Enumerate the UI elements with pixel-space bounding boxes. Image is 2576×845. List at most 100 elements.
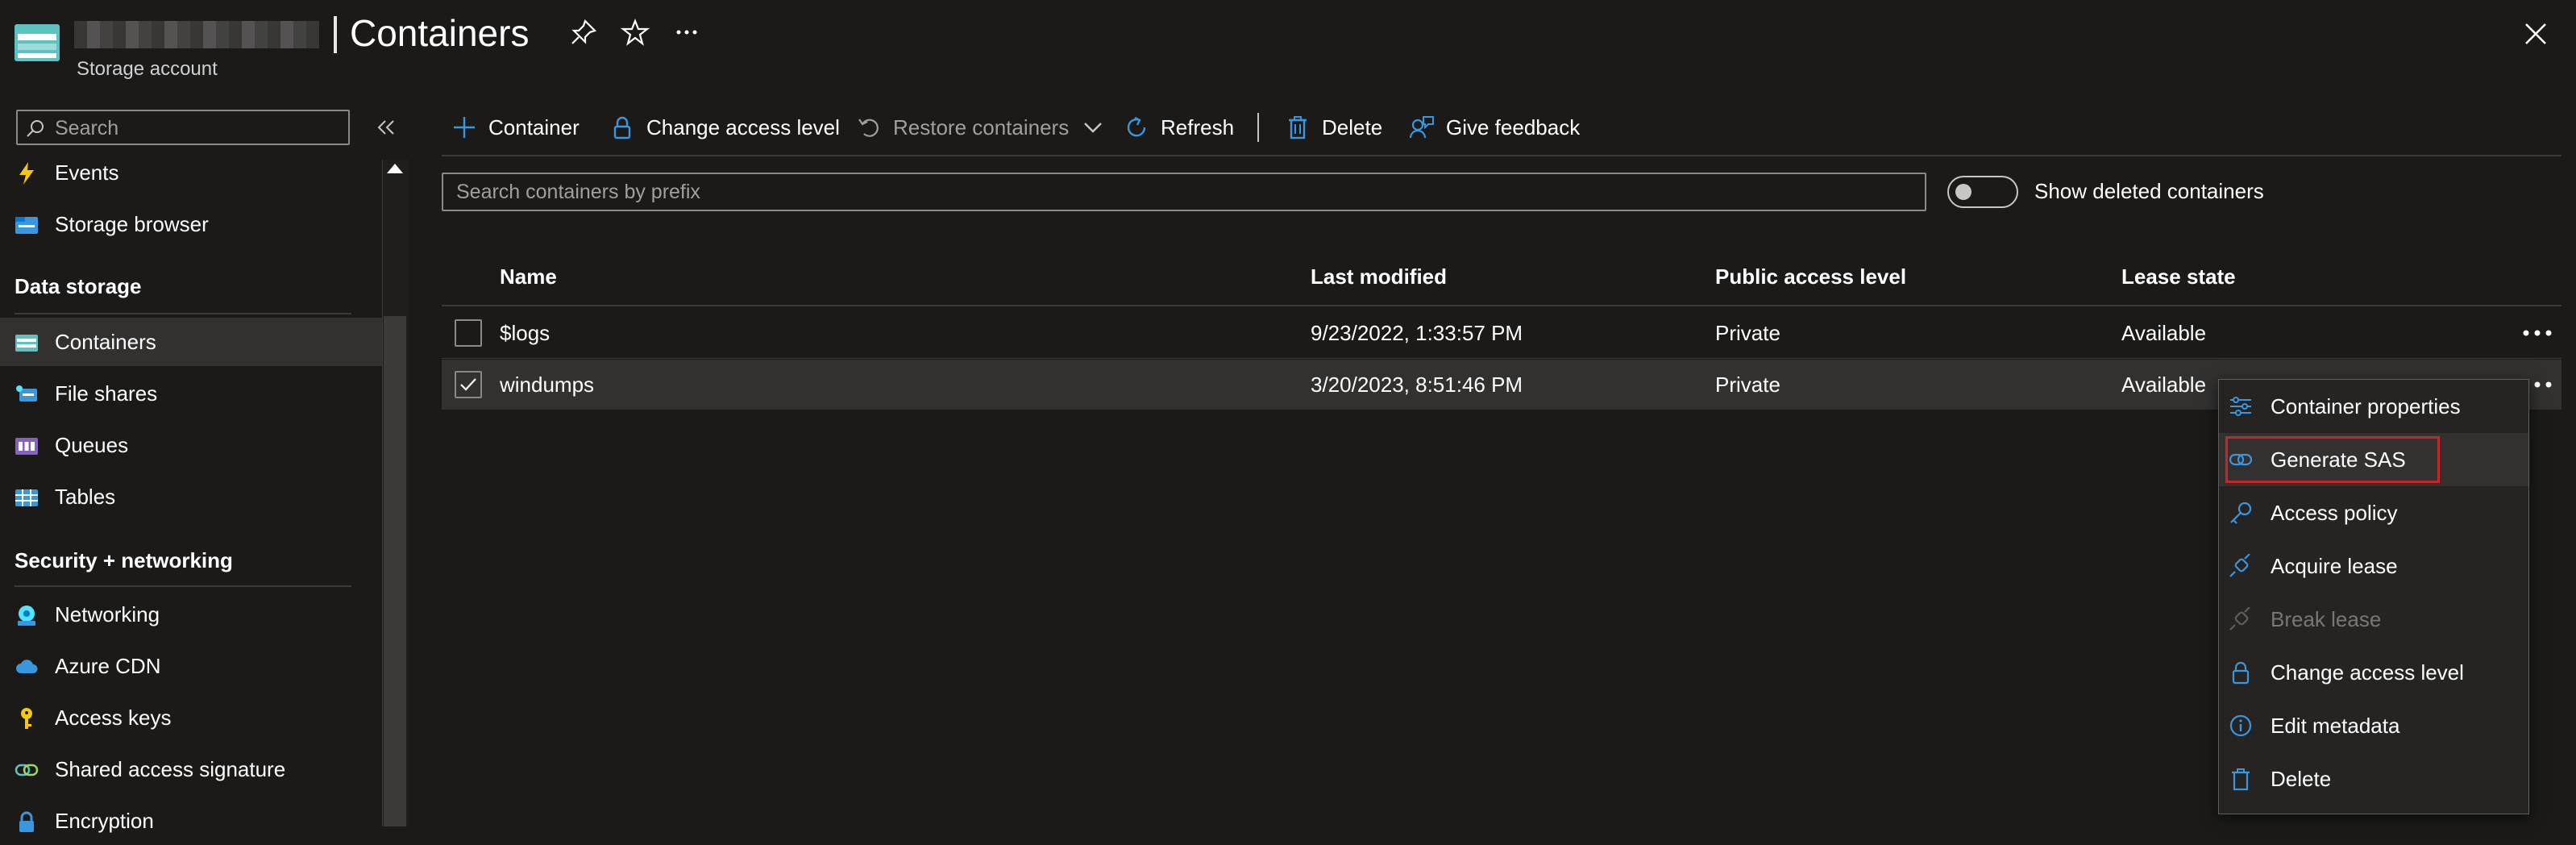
menu-item-generate-sas[interactable]: Generate SAS [2219, 433, 2528, 486]
menu-item-change-access-level[interactable]: Change access level [2219, 646, 2528, 699]
menu-item-label: Change access level [2271, 660, 2464, 685]
change-access-level-label: Change access level [646, 114, 840, 139]
lightning-icon [19, 162, 34, 185]
row-checkbox[interactable] [455, 371, 482, 398]
container-context-menu: Container properties Generate SAS Access… [2218, 379, 2529, 814]
menu-item-label: Acquire lease [2271, 554, 2398, 578]
menu-item-acquire-lease[interactable]: Acquire lease [2219, 539, 2528, 593]
column-header-name[interactable]: Name [500, 264, 557, 289]
sidebar-item-file-shares[interactable]: File shares [0, 369, 382, 418]
tables-icon [15, 489, 38, 506]
masked-account-name [74, 21, 319, 48]
section-divider [15, 313, 351, 314]
sidebar-item-shared-access-signature[interactable]: Shared access signature [0, 745, 382, 793]
close-icon[interactable] [2518, 16, 2553, 52]
toggle-knob [1955, 184, 1971, 200]
sidebar-item-label: Storage browser [55, 212, 209, 236]
menu-item-container-properties[interactable]: Container properties [2219, 380, 2528, 433]
sidebar-item-label: Containers [55, 330, 156, 354]
link-icon [15, 764, 39, 776]
networking-icon [18, 606, 35, 626]
give-feedback-button[interactable]: Give feedback [1409, 110, 1580, 145]
feedback-icon [1409, 116, 1434, 139]
column-header-public-access[interactable]: Public access level [1715, 264, 1906, 289]
show-deleted-toggle[interactable] [1947, 176, 2018, 208]
sidebar-item-label: Shared access signature [55, 757, 286, 781]
menu-item-break-lease[interactable]: Break lease [2219, 593, 2528, 646]
header-divider [442, 305, 2561, 306]
undo-icon [858, 119, 879, 137]
scroll-up-arrow-icon[interactable] [387, 164, 403, 173]
sidebar-item-label: Networking [55, 602, 160, 626]
sidebar-item-access-keys[interactable]: Access keys [0, 693, 382, 742]
row-more-actions-icon[interactable] [2520, 321, 2555, 345]
pin-icon[interactable] [569, 18, 598, 47]
page-subtitle: Storage account [77, 58, 218, 80]
menu-item-access-policy[interactable]: Access policy [2219, 486, 2528, 539]
sliders-icon [2230, 397, 2251, 416]
refresh-icon [1127, 116, 1146, 137]
lease-state: Available [2121, 373, 2207, 397]
restore-containers-button[interactable]: Restore containers [856, 110, 1106, 145]
sidebar-item-label: Tables [55, 485, 116, 509]
sidebar-item-label: File shares [55, 381, 158, 406]
last-modified: 9/23/2022, 1:33:57 PM [1311, 321, 1523, 345]
lease-state: Available [2121, 321, 2207, 345]
menu-item-label: Edit metadata [2271, 714, 2400, 738]
sidebar-item-label: Azure CDN [55, 654, 161, 678]
queues-icon [15, 438, 38, 455]
table-row[interactable]: $logs 9/23/2022, 1:33:57 PM Private Avai… [442, 308, 2561, 358]
lock-icon [19, 811, 34, 832]
info-icon [2229, 714, 2252, 737]
add-container-button[interactable]: Container [451, 110, 580, 145]
section-divider [15, 585, 351, 587]
chevron-down-icon [1084, 123, 1103, 133]
key-icon [21, 708, 32, 729]
checkmark-icon [460, 378, 476, 391]
sidebar-item-label: Access keys [55, 706, 172, 730]
section-data-storage: Data storage [15, 274, 142, 298]
sidebar-item-storage-browser[interactable]: Storage browser [0, 200, 382, 248]
trash-icon [2232, 768, 2250, 791]
row-checkbox[interactable] [455, 319, 482, 347]
page-title: Containers [350, 12, 530, 54]
sidebar-item-encryption[interactable]: Encryption [0, 797, 382, 845]
sidebar-item-containers[interactable]: Containers [0, 318, 382, 366]
menu-item-label: Container properties [2271, 394, 2461, 418]
sidebar-item-queues[interactable]: Queues [0, 421, 382, 469]
scrollbar-thumb[interactable] [384, 316, 406, 826]
refresh-button[interactable]: Refresh [1124, 110, 1234, 145]
cloud-icon [16, 660, 38, 673]
collapse-sidebar-icon[interactable] [372, 113, 398, 142]
lock-icon [2232, 661, 2250, 685]
container-name[interactable]: $logs [500, 321, 550, 346]
give-feedback-label: Give feedback [1446, 114, 1581, 139]
container-prefix-search-input[interactable]: Search containers by prefix [442, 173, 1926, 211]
last-modified: 3/20/2023, 8:51:46 PM [1311, 373, 1523, 397]
public-access-level: Private [1715, 321, 1780, 345]
sidebar-search-input[interactable]: Search [16, 110, 350, 145]
public-access-level: Private [1715, 373, 1780, 397]
delete-label: Delete [1322, 114, 1383, 139]
sidebar-item-azure-cdn[interactable]: Azure CDN [0, 642, 382, 690]
column-header-lease-state[interactable]: Lease state [2121, 264, 2236, 289]
plus-icon [454, 117, 475, 138]
more-options-icon[interactable] [672, 18, 701, 47]
menu-item-delete[interactable]: Delete [2219, 752, 2528, 805]
menu-item-edit-metadata[interactable]: Edit metadata [2219, 699, 2528, 752]
search-icon [27, 120, 44, 137]
star-icon[interactable] [621, 18, 650, 47]
toolbar-divider [442, 155, 2561, 156]
delete-button[interactable]: Delete [1285, 110, 1382, 145]
sidebar-item-events[interactable]: Events [0, 148, 382, 197]
show-deleted-label: Show deleted containers [2034, 179, 2264, 203]
title-separator [334, 16, 337, 53]
plug-icon [2229, 607, 2250, 631]
container-name[interactable]: windumps [500, 373, 594, 398]
add-container-label: Container [488, 114, 580, 139]
column-header-last-modified[interactable]: Last modified [1311, 264, 1447, 289]
toolbar-separator [1257, 113, 1259, 142]
sidebar-item-networking[interactable]: Networking [0, 590, 382, 639]
sidebar-item-tables[interactable]: Tables [0, 472, 382, 521]
change-access-level-button[interactable]: Change access level [609, 110, 840, 145]
